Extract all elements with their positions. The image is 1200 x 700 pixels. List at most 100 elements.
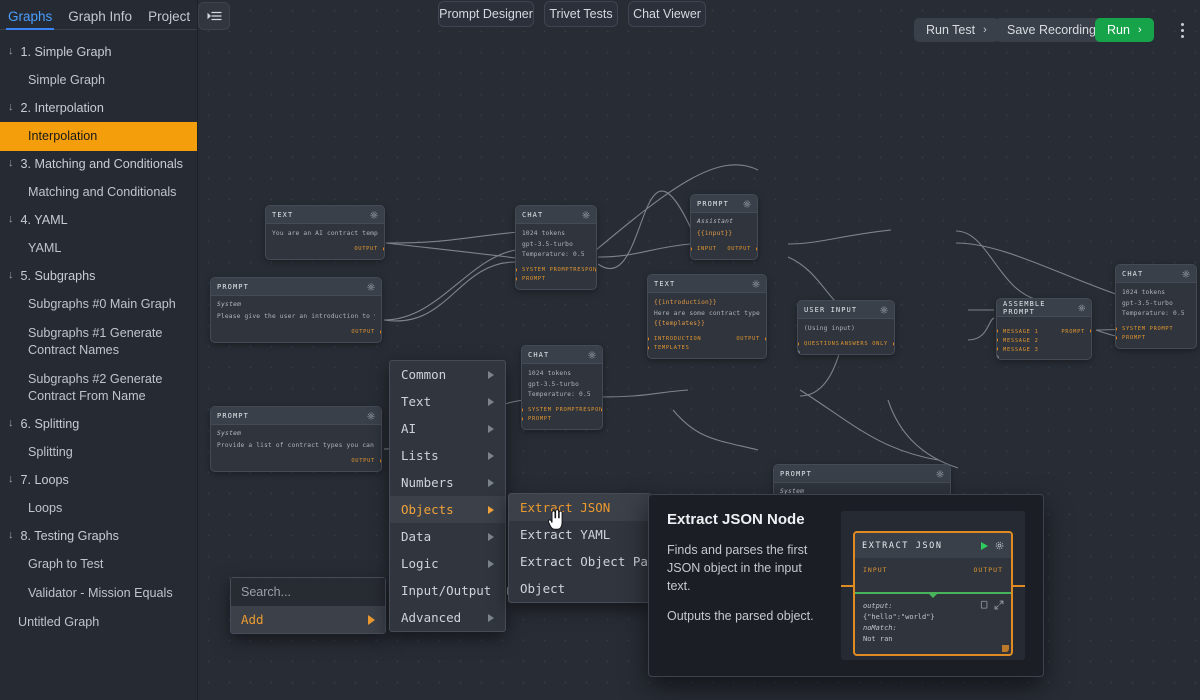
gear-icon[interactable] xyxy=(752,280,760,288)
sidebar-tab-graphs[interactable]: Graphs xyxy=(8,9,52,29)
gear-icon[interactable] xyxy=(1078,304,1085,312)
sidebar-item-graph[interactable]: Untitled Graph xyxy=(0,608,197,637)
sidebar-item-graph[interactable]: Matching and Conditionals xyxy=(0,178,197,207)
graph-node[interactable]: ASSEMBLE PROMPTMESSAGE 1PROMPTMESSAGE 2M… xyxy=(996,298,1092,360)
sidebar-item-graph[interactable]: Validator - Mission Equals xyxy=(0,579,197,608)
input-port[interactable] xyxy=(515,276,518,282)
sidebar-item-graph[interactable]: Subgraphs #2 Generate Contract From Name xyxy=(0,365,197,411)
menu-item[interactable]: Data xyxy=(390,523,505,550)
sidebar-item-graph[interactable]: Interpolation xyxy=(0,122,197,151)
node-ports: MESSAGE 1PROMPTMESSAGE 2MESSAGE 3 xyxy=(997,325,1091,359)
sidebar-tab-project[interactable]: Project xyxy=(148,9,190,29)
sidebar-item-graph[interactable]: Loops xyxy=(0,494,197,523)
graph-node[interactable]: CHAT1024 tokensgpt-3.5-turboTemperature:… xyxy=(1115,264,1197,349)
sidebar-tab-graph-info[interactable]: Graph Info xyxy=(68,9,132,29)
collapse-sidebar-icon[interactable] xyxy=(198,2,230,30)
tree-group[interactable]: ↓2. Interpolation xyxy=(0,95,197,122)
run-button[interactable]: Run › xyxy=(1095,18,1154,42)
menu-item[interactable]: Advanced xyxy=(390,604,505,631)
gear-icon[interactable] xyxy=(1182,270,1190,278)
menu-item[interactable]: Logic xyxy=(390,550,505,577)
input-port[interactable] xyxy=(521,407,524,413)
gear-icon[interactable] xyxy=(367,412,375,420)
node-text-line: Please give the user an introduction to … xyxy=(217,312,375,323)
output-port[interactable] xyxy=(600,407,603,413)
tab-chat-viewer[interactable]: Chat Viewer xyxy=(628,1,706,27)
output-port[interactable] xyxy=(1089,328,1092,334)
menu-item[interactable]: Numbers xyxy=(390,469,505,496)
output-port[interactable] xyxy=(755,246,758,252)
optional-input-port[interactable] xyxy=(996,355,999,360)
output-port[interactable] xyxy=(764,336,767,342)
graph-node[interactable]: TEXT{{introduction}}Here are some contra… xyxy=(647,274,767,359)
gear-icon[interactable] xyxy=(367,283,375,291)
node-title: USER INPUT xyxy=(804,306,857,314)
menu-item[interactable]: Input/Output xyxy=(390,577,505,604)
input-port[interactable] xyxy=(996,337,999,343)
input-port[interactable] xyxy=(647,336,650,342)
input-port[interactable] xyxy=(647,345,650,351)
menu-item[interactable]: Text xyxy=(390,388,505,415)
output-port[interactable] xyxy=(382,246,385,252)
run-test-button[interactable]: Run Test › xyxy=(914,18,999,42)
menu-item[interactable]: AI xyxy=(390,415,505,442)
graph-node[interactable]: TEXTYou are an AI contract template gene… xyxy=(265,205,385,260)
input-port[interactable] xyxy=(996,346,999,352)
gear-icon[interactable] xyxy=(880,306,888,314)
tab-prompt-designer[interactable]: Prompt Designer xyxy=(438,1,534,27)
input-port[interactable] xyxy=(797,341,800,347)
graph-node[interactable]: CHAT1024 tokensgpt-3.5-turboTemperature:… xyxy=(521,345,603,430)
sidebar-item-graph[interactable]: Graph to Test xyxy=(0,550,197,579)
menu-item[interactable]: Common xyxy=(390,361,505,388)
gear-icon[interactable] xyxy=(582,211,590,219)
graph-node[interactable]: CHAT1024 tokensgpt-3.5-turboTemperature:… xyxy=(515,205,597,290)
gear-icon[interactable] xyxy=(743,200,751,208)
sidebar-item-graph[interactable]: Subgraphs #0 Main Graph xyxy=(0,290,197,319)
node-text-line: 1024 tokens xyxy=(522,229,590,240)
graph-node[interactable]: PROMPTAssistant{{input}}INPUTOUTPUT xyxy=(690,194,758,260)
sidebar-item-graph[interactable]: YAML xyxy=(0,234,197,263)
kebab-menu-icon[interactable] xyxy=(1172,16,1192,44)
menu-item[interactable]: Objects xyxy=(390,496,505,523)
sidebar-item-graph[interactable]: Subgraphs #1 Generate Contract Names xyxy=(0,319,197,365)
port-row: QUESTIONSANSWERS ONLY xyxy=(804,340,888,349)
node-ports: QUESTIONSANSWERS ONLY xyxy=(798,338,894,354)
tree-group-label: 2. Interpolation xyxy=(21,100,104,117)
output-port[interactable] xyxy=(594,267,597,273)
tree-group[interactable]: ↓1. Simple Graph xyxy=(0,39,197,66)
graph-node[interactable]: PROMPTSystemPlease give the user an intr… xyxy=(210,277,382,343)
tab-trivet-tests[interactable]: Trivet Tests xyxy=(544,1,618,27)
graph-node[interactable]: USER INPUT(Using input)QUESTIONSANSWERS … xyxy=(797,300,895,355)
input-port[interactable] xyxy=(521,416,524,422)
output-port[interactable] xyxy=(379,458,382,464)
add-node-button[interactable]: Add xyxy=(231,606,385,633)
input-port[interactable] xyxy=(690,246,693,252)
gear-icon[interactable] xyxy=(370,211,378,219)
tree-group[interactable]: ↓6. Splitting xyxy=(0,411,197,438)
gear-icon[interactable] xyxy=(588,351,596,359)
input-port[interactable] xyxy=(1115,335,1118,341)
input-port[interactable] xyxy=(996,328,999,334)
tree-group[interactable]: ↓8. Testing Graphs xyxy=(0,523,197,550)
submenu-item[interactable]: Extract Object Path xyxy=(509,548,650,575)
search-input[interactable] xyxy=(231,578,385,606)
submenu-item[interactable]: Extract JSON xyxy=(509,494,650,521)
sidebar-item-graph[interactable]: Splitting xyxy=(0,438,197,467)
tree-group[interactable]: ↓7. Loops xyxy=(0,467,197,494)
menu-item[interactable]: Lists xyxy=(390,442,505,469)
tree-group[interactable]: ↓5. Subgraphs xyxy=(0,263,197,290)
output-port[interactable] xyxy=(892,341,895,347)
sidebar-item-graph[interactable]: Simple Graph xyxy=(0,66,197,95)
submenu-item[interactable]: Extract YAML xyxy=(509,521,650,548)
save-recording-button[interactable]: Save Recording xyxy=(995,18,1108,42)
optional-input-port[interactable] xyxy=(797,350,800,355)
graph-node[interactable]: PROMPTSystemProvide a list of contract t… xyxy=(210,406,382,472)
input-port[interactable] xyxy=(515,267,518,273)
tree-group[interactable]: ↓3. Matching and Conditionals xyxy=(0,151,197,178)
output-port[interactable] xyxy=(379,329,382,335)
gear-icon xyxy=(995,541,1004,550)
input-port[interactable] xyxy=(1115,326,1118,332)
tree-group[interactable]: ↓4. YAML xyxy=(0,207,197,234)
submenu-item[interactable]: Object xyxy=(509,575,650,602)
gear-icon[interactable] xyxy=(936,470,944,478)
